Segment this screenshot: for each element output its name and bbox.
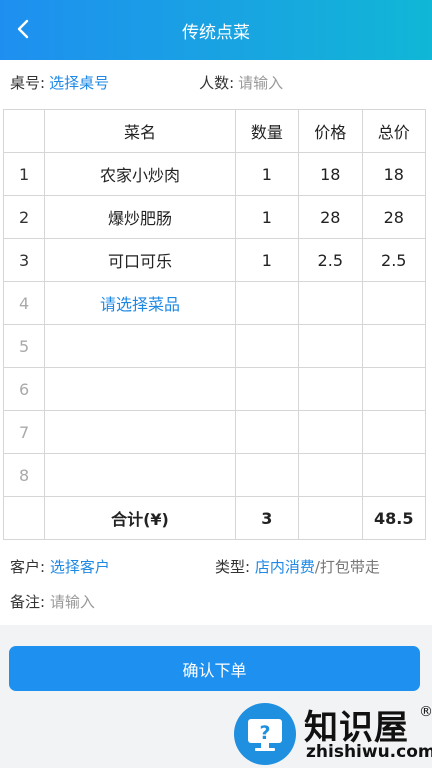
dish-total bbox=[361, 281, 426, 325]
dish-price: 18 bbox=[298, 152, 363, 196]
dish-qty[interactable] bbox=[234, 367, 300, 411]
table-header-row: 菜名 数量 价格 总价 bbox=[2, 109, 426, 153]
dish-total: 18 bbox=[361, 152, 426, 196]
table-row[interactable]: 7 bbox=[2, 410, 426, 454]
row-index: 6 bbox=[2, 367, 46, 411]
table-number-label: 桌号: bbox=[10, 74, 46, 92]
row-index: 3 bbox=[2, 238, 46, 282]
dish-name[interactable] bbox=[44, 410, 236, 454]
column-header-name: 菜名 bbox=[44, 109, 236, 153]
row-index: 2 bbox=[2, 195, 46, 239]
table-row[interactable]: 4 请选择菜品 bbox=[2, 281, 426, 325]
row-index: 8 bbox=[2, 453, 46, 497]
dish-price bbox=[298, 367, 363, 411]
dish-name[interactable] bbox=[44, 324, 236, 368]
order-type-label: 类型: bbox=[215, 558, 251, 576]
note-label: 备注: bbox=[10, 593, 46, 611]
select-table-link[interactable]: 选择桌号 bbox=[49, 72, 109, 96]
dish-name[interactable]: 爆炒肥肠 bbox=[44, 195, 236, 239]
order-type-dine-in[interactable]: 店内消费 bbox=[255, 558, 315, 576]
back-icon[interactable] bbox=[8, 14, 38, 44]
people-count-input[interactable]: 请输入 bbox=[238, 72, 283, 96]
dish-total bbox=[361, 324, 426, 368]
dish-qty[interactable]: 1 bbox=[234, 195, 300, 239]
watermark-logo-icon: ? bbox=[234, 703, 296, 765]
summary-label: 合计(¥) bbox=[44, 496, 236, 540]
select-customer-link[interactable]: 选择客户 bbox=[50, 558, 110, 576]
dish-qty[interactable]: 1 bbox=[234, 238, 300, 282]
table-row[interactable]: 6 bbox=[2, 367, 426, 411]
dish-price bbox=[298, 410, 363, 454]
app-header: 传统点菜 bbox=[0, 0, 432, 60]
people-count-label: 人数: bbox=[199, 74, 235, 92]
select-dish-link[interactable]: 请选择菜品 bbox=[44, 281, 236, 325]
header-index-cell bbox=[2, 109, 46, 153]
dish-total bbox=[361, 410, 426, 454]
table-row[interactable]: 2 爆炒肥肠 1 28 28 bbox=[2, 195, 426, 239]
summary-price-cell bbox=[298, 496, 363, 540]
dish-total: 28 bbox=[361, 195, 426, 239]
order-type-group: 类型: 店内消费/打包带走 bbox=[215, 556, 380, 577]
dish-price bbox=[298, 324, 363, 368]
order-type-takeaway[interactable]: 打包带走 bbox=[320, 558, 380, 576]
row-index: 4 bbox=[2, 281, 46, 325]
dish-qty[interactable] bbox=[234, 410, 300, 454]
summary-row: 合计(¥) 3 48.5 bbox=[2, 496, 426, 540]
row-index: 5 bbox=[2, 324, 46, 368]
dish-total bbox=[361, 367, 426, 411]
confirm-order-button[interactable]: 确认下单 bbox=[9, 646, 420, 691]
dish-qty[interactable]: 1 bbox=[234, 152, 300, 196]
customer-group: 客户: 选择客户 bbox=[10, 556, 110, 577]
table-row[interactable]: 3 可口可乐 1 2.5 2.5 bbox=[2, 238, 426, 282]
dish-price: 2.5 bbox=[298, 238, 363, 282]
summary-qty: 3 bbox=[234, 496, 300, 540]
table-row[interactable]: 8 bbox=[2, 453, 426, 497]
note-row: 备注: 请输入 bbox=[10, 591, 95, 612]
summary-index-cell bbox=[2, 496, 46, 540]
column-header-qty: 数量 bbox=[234, 109, 300, 153]
summary-total: 48.5 bbox=[361, 496, 426, 540]
dish-name[interactable]: 可口可乐 bbox=[44, 238, 236, 282]
dish-name[interactable] bbox=[44, 367, 236, 411]
table-row[interactable]: 1 农家小炒肉 1 18 18 bbox=[2, 152, 426, 196]
dish-price bbox=[298, 453, 363, 497]
order-table: 菜名 数量 价格 总价 1 农家小炒肉 1 18 18 2 爆炒肥肠 1 28 … bbox=[2, 109, 426, 540]
row-index: 7 bbox=[2, 410, 46, 454]
table-info-row: 桌号: 选择桌号 人数: 请输入 bbox=[10, 72, 422, 96]
dish-qty[interactable] bbox=[234, 281, 300, 325]
dish-name[interactable] bbox=[44, 453, 236, 497]
table-row[interactable]: 5 bbox=[2, 324, 426, 368]
note-input[interactable]: 请输入 bbox=[50, 593, 95, 611]
row-index: 1 bbox=[2, 152, 46, 196]
watermark-domain: zhishiwu.com bbox=[306, 742, 432, 762]
dish-total: 2.5 bbox=[361, 238, 426, 282]
dish-price bbox=[298, 281, 363, 325]
dish-qty[interactable] bbox=[234, 324, 300, 368]
dish-qty[interactable] bbox=[234, 453, 300, 497]
page-title: 传统点菜 bbox=[182, 22, 250, 43]
watermark: ? 知识屋 ® zhishiwu.com bbox=[232, 698, 432, 768]
watermark-registered-mark: ® bbox=[419, 704, 432, 720]
customer-row: 客户: 选择客户 类型: 店内消费/打包带走 bbox=[10, 556, 422, 578]
customer-label: 客户: bbox=[10, 558, 46, 576]
dish-price: 28 bbox=[298, 195, 363, 239]
column-header-price: 价格 bbox=[298, 109, 363, 153]
dish-total bbox=[361, 453, 426, 497]
column-header-total: 总价 bbox=[361, 109, 426, 153]
dish-name[interactable]: 农家小炒肉 bbox=[44, 152, 236, 196]
svg-text:?: ? bbox=[259, 722, 270, 744]
